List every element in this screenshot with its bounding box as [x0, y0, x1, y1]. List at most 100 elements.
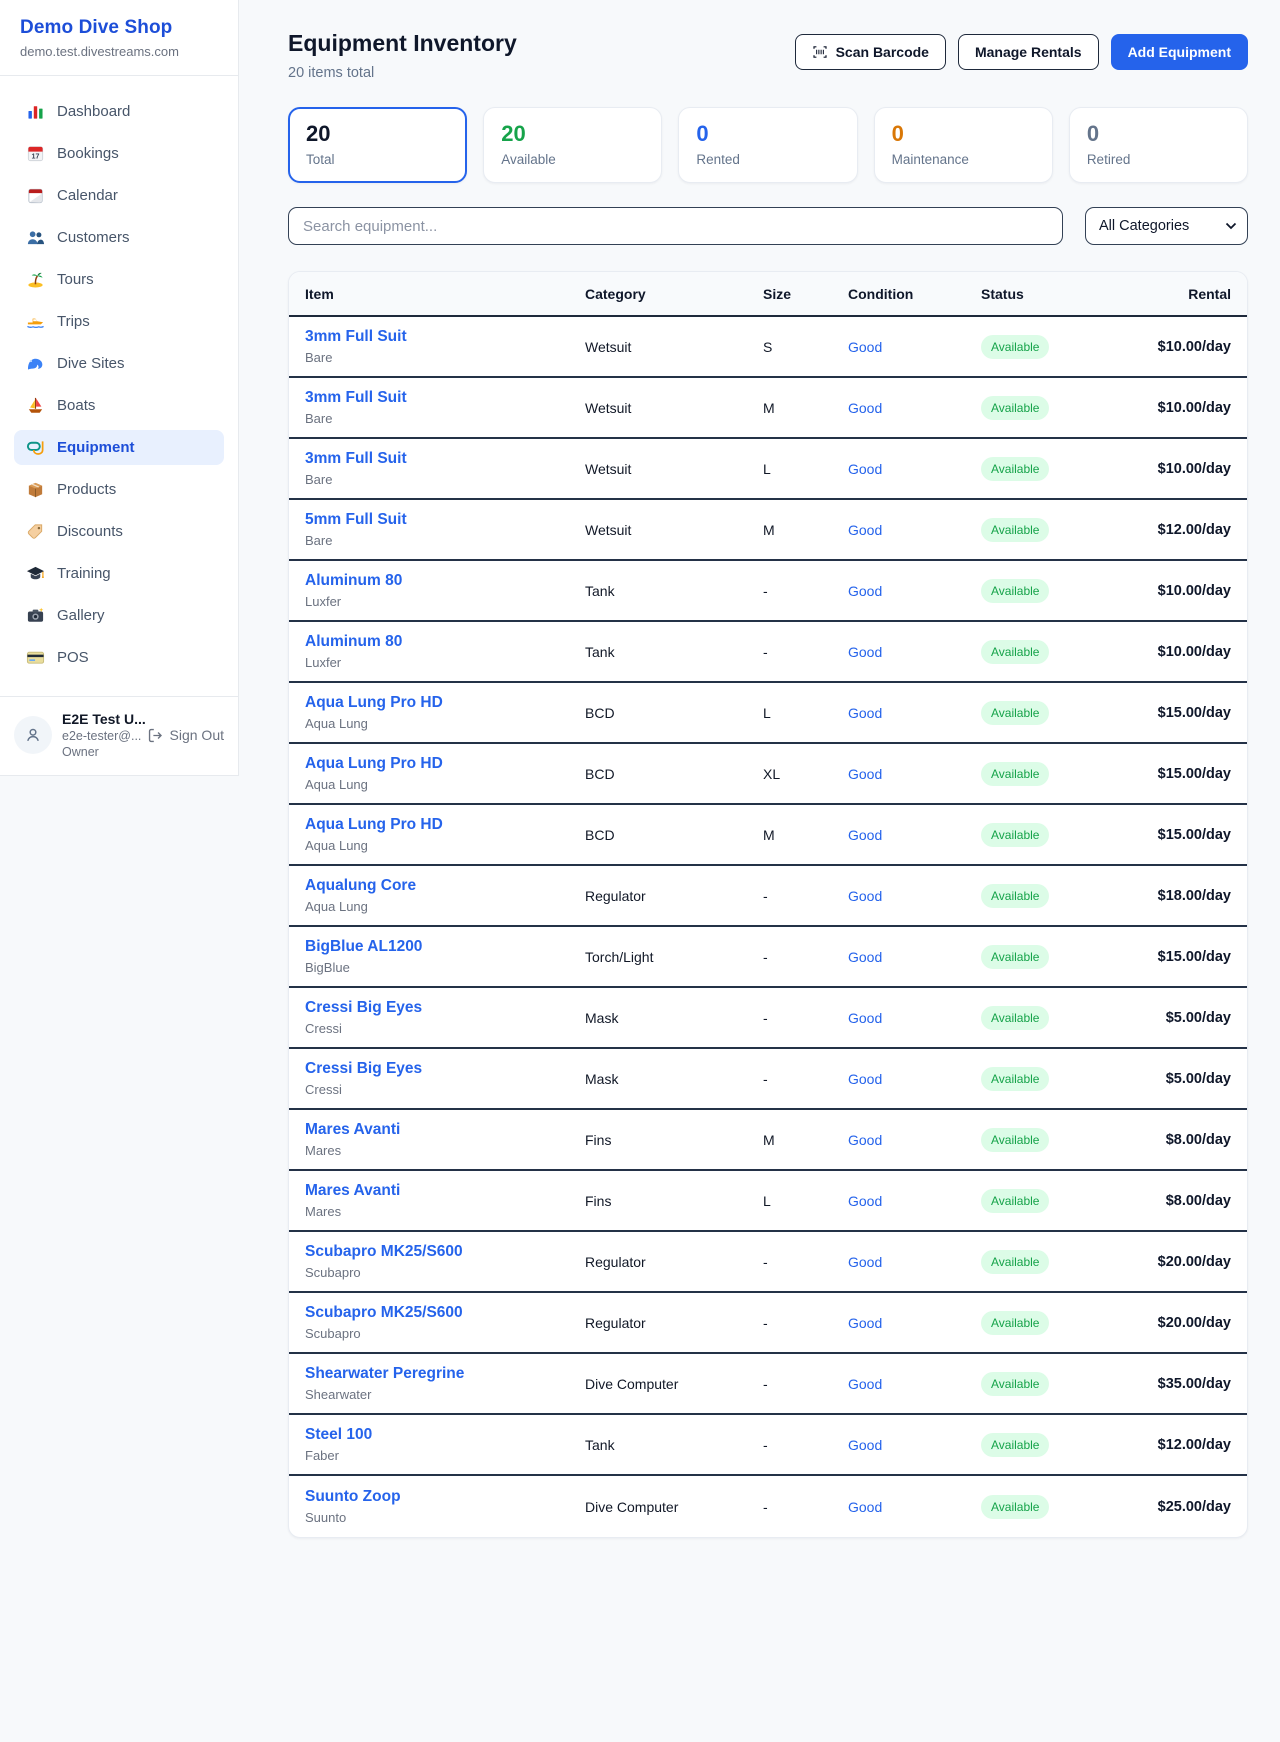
item-category: BCD — [585, 827, 763, 843]
item-condition-link[interactable]: Good — [848, 400, 981, 416]
header-actions: Scan Barcode Manage Rentals Add Equipmen… — [795, 34, 1248, 70]
page-header: Equipment Inventory 20 items total Scan … — [288, 30, 1248, 81]
item-condition-link[interactable]: Good — [848, 461, 981, 477]
item-condition-link[interactable]: Good — [848, 339, 981, 355]
item-brand: Bare — [305, 533, 585, 548]
scan-barcode-button[interactable]: Scan Barcode — [795, 34, 946, 70]
item-brand: BigBlue — [305, 960, 585, 975]
status-badge: Available — [981, 701, 1049, 725]
item-brand: Aqua Lung — [305, 838, 585, 853]
item-name-link[interactable]: Cressi Big Eyes — [305, 999, 585, 1017]
item-rental-rate: $10.00/day — [1111, 339, 1231, 355]
stat-card[interactable]: 20 Available — [483, 107, 662, 183]
item-condition-link[interactable]: Good — [848, 1437, 981, 1453]
item-name-link[interactable]: BigBlue AL1200 — [305, 938, 585, 956]
svg-text:17: 17 — [32, 152, 40, 160]
item-name-link[interactable]: Mares Avanti — [305, 1121, 585, 1139]
sidebar-item[interactable]: Trips — [14, 304, 224, 339]
sidebar-item[interactable]: Training — [14, 556, 224, 591]
sign-out-button[interactable]: Sign Out — [147, 727, 224, 744]
sidebar-item[interactable]: Equipment — [14, 430, 224, 465]
item-condition-link[interactable]: Good — [848, 1071, 981, 1087]
add-equipment-button[interactable]: Add Equipment — [1111, 34, 1248, 70]
sailboat-icon — [26, 396, 45, 415]
stat-card[interactable]: 0 Rented — [678, 107, 857, 183]
item-name-link[interactable]: Suunto Zoop — [305, 1488, 585, 1506]
stat-label: Maintenance — [892, 152, 1035, 167]
item-name-link[interactable]: Aqualung Core — [305, 877, 585, 895]
item-condition-link[interactable]: Good — [848, 827, 981, 843]
item-size: - — [763, 644, 848, 660]
item-condition-link[interactable]: Good — [848, 1193, 981, 1209]
table-row: Mares Avanti Mares Fins M Good Available… — [289, 1110, 1247, 1171]
island-icon — [26, 270, 45, 289]
item-brand: Scubapro — [305, 1326, 585, 1341]
sidebar-item[interactable]: Dashboard — [14, 94, 224, 129]
column-header-size: Size — [763, 286, 848, 302]
item-category: Wetsuit — [585, 400, 763, 416]
item-category: Fins — [585, 1193, 763, 1209]
item-name-link[interactable]: Steel 100 — [305, 1426, 585, 1444]
item-name-link[interactable]: 3mm Full Suit — [305, 450, 585, 468]
sidebar-item[interactable]: Dive Sites — [14, 346, 224, 381]
item-name-link[interactable]: Aluminum 80 — [305, 633, 585, 651]
item-name-link[interactable]: Cressi Big Eyes — [305, 1060, 585, 1078]
item-category: Regulator — [585, 1315, 763, 1331]
sidebar-item[interactable]: Gallery — [14, 598, 224, 633]
item-condition-link[interactable]: Good — [848, 888, 981, 904]
status-badge: Available — [981, 640, 1049, 664]
item-condition-link[interactable]: Good — [848, 1010, 981, 1026]
item-name-link[interactable]: Aqua Lung Pro HD — [305, 816, 585, 834]
item-condition-link[interactable]: Good — [848, 766, 981, 782]
avatar — [14, 716, 52, 754]
status-badge: Available — [981, 945, 1049, 969]
status-badge: Available — [981, 1372, 1049, 1396]
item-condition-link[interactable]: Good — [848, 1132, 981, 1148]
status-badge: Available — [981, 1067, 1049, 1091]
item-size: M — [763, 400, 848, 416]
item-condition-link[interactable]: Good — [848, 522, 981, 538]
item-condition-link[interactable]: Good — [848, 705, 981, 721]
sidebar-item[interactable]: Calendar — [14, 178, 224, 213]
sidebar-item[interactable]: POS — [14, 640, 224, 675]
sidebar-item[interactable]: Discounts — [14, 514, 224, 549]
sidebar-item[interactable]: Boats — [14, 388, 224, 423]
stat-card[interactable]: 0 Retired — [1069, 107, 1248, 183]
item-name-link[interactable]: Scubapro MK25/S600 — [305, 1304, 585, 1322]
sidebar-item-label: POS — [57, 649, 89, 666]
item-brand: Shearwater — [305, 1387, 585, 1402]
item-condition-link[interactable]: Good — [848, 644, 981, 660]
sidebar-item-label: Equipment — [57, 439, 135, 456]
item-condition-link[interactable]: Good — [848, 583, 981, 599]
sidebar-item-label: Customers — [57, 229, 130, 246]
item-rental-rate: $8.00/day — [1111, 1132, 1231, 1148]
stat-value: 0 — [1087, 121, 1230, 147]
item-rental-rate: $15.00/day — [1111, 827, 1231, 843]
status-badge: Available — [981, 1006, 1049, 1030]
item-name-link[interactable]: 5mm Full Suit — [305, 511, 585, 529]
item-condition-link[interactable]: Good — [848, 1376, 981, 1392]
search-input[interactable] — [288, 207, 1063, 245]
item-condition-link[interactable]: Good — [848, 949, 981, 965]
sidebar-item[interactable]: Products — [14, 472, 224, 507]
status-badge: Available — [981, 1495, 1049, 1519]
manage-rentals-button[interactable]: Manage Rentals — [958, 34, 1099, 70]
item-name-link[interactable]: Aqua Lung Pro HD — [305, 694, 585, 712]
item-size: L — [763, 1193, 848, 1209]
stat-card[interactable]: 0 Maintenance — [874, 107, 1053, 183]
item-name-link[interactable]: Shearwater Peregrine — [305, 1365, 585, 1383]
item-name-link[interactable]: 3mm Full Suit — [305, 328, 585, 346]
item-name-link[interactable]: Aluminum 80 — [305, 572, 585, 590]
sidebar-item[interactable]: Customers — [14, 220, 224, 255]
item-condition-link[interactable]: Good — [848, 1499, 981, 1515]
item-name-link[interactable]: Scubapro MK25/S600 — [305, 1243, 585, 1261]
item-name-link[interactable]: Aqua Lung Pro HD — [305, 755, 585, 773]
sidebar-item[interactable]: Tours — [14, 262, 224, 297]
item-name-link[interactable]: Mares Avanti — [305, 1182, 585, 1200]
sidebar-item[interactable]: 17 Bookings — [14, 136, 224, 171]
category-select[interactable]: All Categories — [1085, 207, 1248, 245]
item-name-link[interactable]: 3mm Full Suit — [305, 389, 585, 407]
item-condition-link[interactable]: Good — [848, 1254, 981, 1270]
item-condition-link[interactable]: Good — [848, 1315, 981, 1331]
stat-card[interactable]: 20 Total — [288, 107, 467, 183]
